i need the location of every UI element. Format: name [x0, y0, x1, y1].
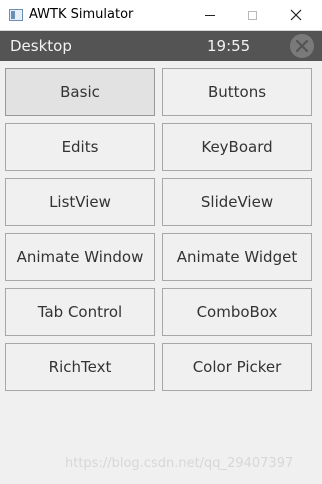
maximize-button[interactable] — [228, 0, 276, 30]
animate-widget-button[interactable]: Animate Widget — [162, 233, 312, 281]
minimize-button[interactable] — [186, 0, 234, 30]
watermark-text: https://blog.csdn.net/qq_29407397 — [65, 456, 294, 471]
keyboard-button[interactable]: KeyBoard — [162, 123, 312, 171]
close-circle-icon — [295, 39, 309, 53]
animate-window-button[interactable]: Animate Window — [5, 233, 155, 281]
color-picker-button[interactable]: Color Picker — [162, 343, 312, 391]
close-icon — [290, 9, 302, 21]
combobox-button[interactable]: ComboBox — [162, 288, 312, 336]
window-titlebar: AWTK Simulator — [0, 0, 322, 31]
status-close-button[interactable] — [290, 34, 314, 58]
status-title: Desktop — [10, 37, 72, 55]
slideview-button[interactable]: SlideView — [162, 178, 312, 226]
buttons-button[interactable]: Buttons — [162, 68, 312, 116]
edits-button[interactable]: Edits — [5, 123, 155, 171]
basic-button[interactable]: Basic — [5, 68, 155, 116]
tab-control-button[interactable]: Tab Control — [5, 288, 155, 336]
status-clock: 19:55 — [207, 37, 251, 55]
window-title: AWTK Simulator — [29, 7, 134, 22]
app-window-icon — [9, 9, 23, 21]
maximize-icon — [247, 10, 257, 20]
richtext-button[interactable]: RichText — [5, 343, 155, 391]
listview-button[interactable]: ListView — [5, 178, 155, 226]
status-bar: Desktop 19:55 — [0, 31, 322, 61]
minimize-icon — [205, 14, 215, 16]
window-close-button[interactable] — [272, 0, 320, 30]
